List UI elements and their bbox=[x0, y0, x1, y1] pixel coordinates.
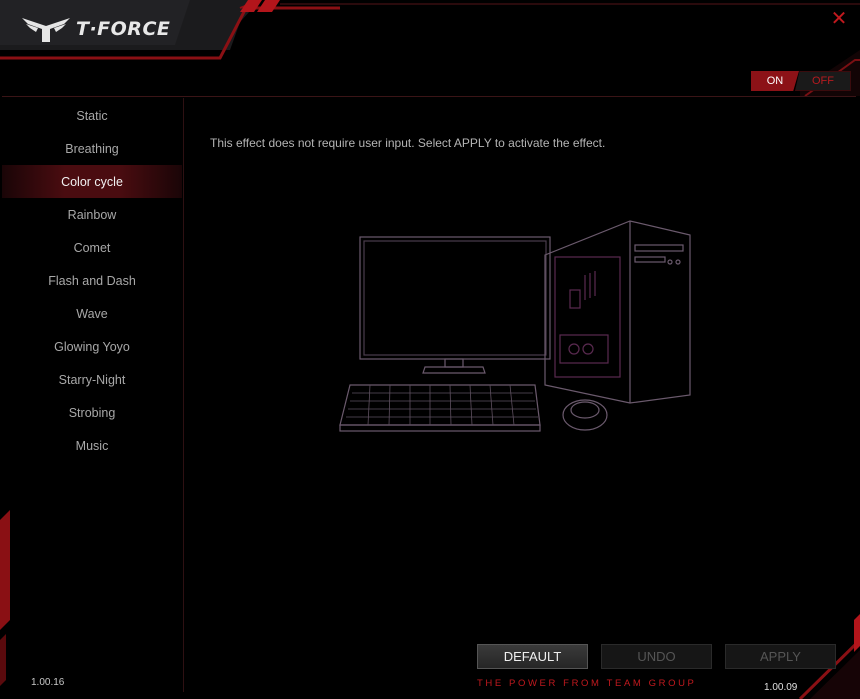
sidebar-item-flash-and-dash[interactable]: Flash and Dash bbox=[2, 264, 182, 297]
default-button[interactable]: DEFAULT bbox=[477, 644, 588, 669]
sidebar-item-music[interactable]: Music bbox=[2, 429, 182, 462]
sidebar-divider bbox=[183, 98, 184, 692]
close-icon[interactable]: ✕ bbox=[830, 9, 848, 29]
effect-hint-text: This effect does not require user input.… bbox=[210, 136, 606, 150]
toggle-off-button[interactable]: OFF bbox=[795, 71, 851, 91]
sidebar-item-strobing[interactable]: Strobing bbox=[2, 396, 182, 429]
tagline: THE POWER FROM TEAM GROUP bbox=[477, 678, 697, 689]
sidebar-item-color-cycle[interactable]: Color cycle bbox=[2, 165, 182, 198]
sidebar-item-wave[interactable]: Wave bbox=[2, 297, 182, 330]
brand-name: T·FORCE bbox=[76, 18, 171, 40]
frame-decoration-left bbox=[0, 510, 10, 686]
tforce-wing-icon bbox=[22, 18, 70, 42]
lighting-power-toggle[interactable]: ON OFF bbox=[751, 71, 853, 91]
sidebar-item-rainbow[interactable]: Rainbow bbox=[2, 198, 182, 231]
apply-button[interactable]: APPLY bbox=[725, 644, 836, 669]
sidebar-item-static[interactable]: Static bbox=[2, 99, 182, 132]
tforce-logo: T·FORCE bbox=[20, 12, 170, 46]
app-version: 1.00.16 bbox=[31, 677, 65, 688]
sidebar-item-breathing[interactable]: Breathing bbox=[2, 132, 182, 165]
effect-sidebar: Static Breathing Color cycle Rainbow Com… bbox=[2, 99, 182, 462]
sidebar-item-comet[interactable]: Comet bbox=[2, 231, 182, 264]
toggle-on-button[interactable]: ON bbox=[751, 71, 799, 91]
sidebar-item-glowing-yoyo[interactable]: Glowing Yoyo bbox=[2, 330, 182, 363]
app-window: T·FORCE ✕ ON OFF Static Breathing Color … bbox=[0, 0, 860, 699]
undo-button[interactable]: UNDO bbox=[601, 644, 712, 669]
header-divider bbox=[2, 96, 856, 97]
firmware-version: 1.00.09 bbox=[764, 682, 798, 693]
sidebar-item-starry-night[interactable]: Starry-Night bbox=[2, 363, 182, 396]
pc-illustration bbox=[339, 220, 691, 432]
